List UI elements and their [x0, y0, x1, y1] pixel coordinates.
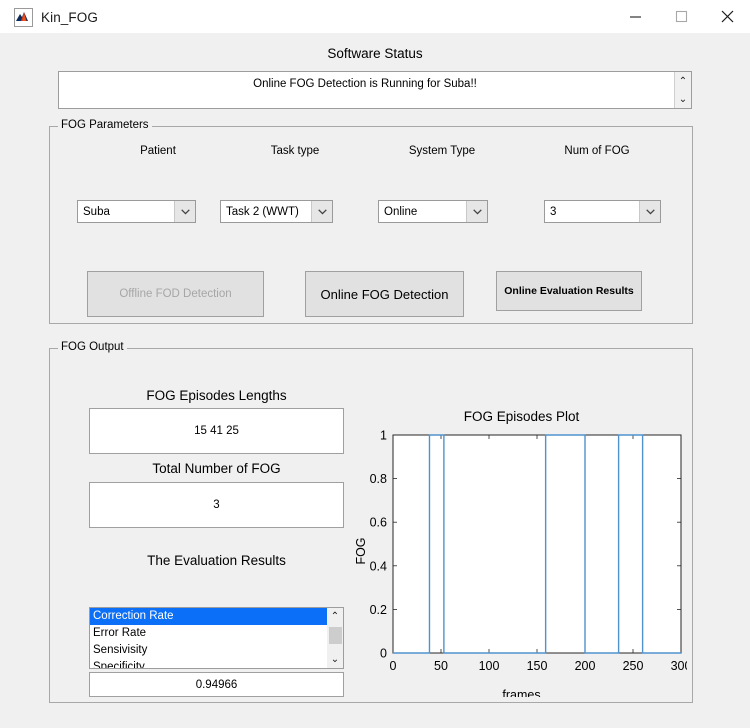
evaluation-results-listbox[interactable]: Correction Rate Error Rate Sensivisity S…: [89, 607, 344, 669]
list-item[interactable]: Correction Rate: [90, 608, 328, 625]
online-evaluation-results-button[interactable]: Online Evaluation Results: [496, 271, 642, 311]
label-task-type: Task type: [235, 145, 355, 157]
title-bar-left: Kin_FOG: [14, 8, 98, 27]
list-item[interactable]: Sensivisity: [90, 642, 328, 659]
close-button[interactable]: [704, 0, 750, 33]
fog-episodes-plot-title: FOG Episodes Plot: [356, 409, 687, 424]
evaluation-result-value-box[interactable]: 0.94966: [89, 672, 344, 697]
svg-text:50: 50: [434, 659, 448, 673]
window-title: Kin_FOG: [41, 10, 98, 25]
task-type-dropdown-value: Task 2 (WWT): [221, 206, 311, 218]
fog-episodes-plot-xlabel: frames: [356, 688, 687, 697]
maximize-button[interactable]: [658, 0, 704, 33]
chevron-down-icon[interactable]: ⌄: [327, 651, 343, 668]
software-status-textbox[interactable]: Online FOG Detection is Running for Suba…: [58, 71, 692, 109]
system-type-dropdown[interactable]: Online: [378, 200, 488, 223]
chevron-down-icon[interactable]: [311, 201, 332, 222]
offline-fod-detection-button[interactable]: Offline FOD Detection: [87, 271, 264, 317]
svg-text:250: 250: [623, 659, 644, 673]
evaluation-results-label: The Evaluation Results: [89, 553, 344, 568]
online-fog-detection-label: Online FOG Detection: [321, 287, 449, 302]
svg-text:0: 0: [380, 647, 387, 661]
fog-output-group-title: FOG Output: [58, 341, 127, 353]
num-of-fog-dropdown-value: 3: [545, 206, 639, 218]
svg-text:0.4: 0.4: [370, 559, 387, 573]
svg-text:0.6: 0.6: [370, 516, 387, 530]
chevron-up-icon[interactable]: ⌃: [327, 608, 343, 625]
matlab-membrane-icon: [14, 8, 33, 27]
fog-episodes-lengths-label: FOG Episodes Lengths: [89, 388, 344, 403]
application-window: Kin_FOG Software Status Online FOG Detec…: [0, 0, 750, 728]
fog-episodes-plot-svg: 0 50 100 150 200 250 300 0 0.2 0.4 0.6 0.8 1: [356, 427, 687, 689]
window-controls: [612, 0, 750, 33]
svg-text:0.8: 0.8: [370, 472, 387, 486]
svg-text:0: 0: [390, 659, 397, 673]
system-type-dropdown-value: Online: [379, 206, 466, 218]
fog-episodes-lengths-box[interactable]: 15 41 25: [89, 408, 344, 454]
chevron-down-icon[interactable]: [639, 201, 660, 222]
scrollbar-thumb[interactable]: [329, 627, 342, 644]
online-fog-detection-button[interactable]: Online FOG Detection: [305, 271, 464, 317]
minimize-button[interactable]: [612, 0, 658, 33]
fog-episodes-lengths-value: 15 41 25: [194, 425, 239, 437]
client-area: Software Status Online FOG Detection is …: [0, 33, 750, 728]
title-bar: Kin_FOG: [0, 0, 750, 33]
chevron-up-icon[interactable]: ⌃: [675, 72, 691, 90]
svg-text:200: 200: [575, 659, 596, 673]
chevron-down-icon[interactable]: ⌄: [675, 90, 691, 108]
task-type-dropdown[interactable]: Task 2 (WWT): [220, 200, 333, 223]
evaluation-results-scrollbar[interactable]: ⌃ ⌄: [327, 608, 343, 668]
patient-dropdown[interactable]: Suba: [77, 200, 196, 223]
software-status-message: Online FOG Detection is Running for Suba…: [59, 78, 671, 90]
patient-dropdown-value: Suba: [78, 206, 174, 218]
chevron-down-icon[interactable]: [174, 201, 195, 222]
online-evaluation-results-label: Online Evaluation Results: [504, 285, 634, 297]
list-item[interactable]: Specificity: [90, 659, 328, 669]
fog-parameters-group-title: FOG Parameters: [58, 119, 152, 131]
svg-text:300: 300: [671, 659, 687, 673]
software-status-scrollbar[interactable]: ⌃ ⌄: [674, 72, 691, 108]
svg-text:100: 100: [479, 659, 500, 673]
chevron-down-icon[interactable]: [466, 201, 487, 222]
evaluation-result-value: 0.94966: [196, 679, 238, 691]
svg-text:1: 1: [380, 429, 387, 443]
software-status-heading: Software Status: [0, 46, 750, 61]
label-patient: Patient: [98, 145, 218, 157]
svg-text:0.2: 0.2: [370, 603, 387, 617]
label-system-type: System Type: [382, 145, 502, 157]
fog-episodes-plot: FOG Episodes Plot FOG frames 05010015020…: [356, 405, 687, 697]
offline-fod-detection-label: Offline FOD Detection: [119, 288, 231, 300]
total-number-of-fog-value: 3: [213, 499, 219, 511]
evaluation-results-items: Correction Rate Error Rate Sensivisity S…: [90, 608, 328, 669]
label-num-of-fog: Num of FOG: [537, 145, 657, 157]
total-number-of-fog-label: Total Number of FOG: [89, 461, 344, 476]
total-number-of-fog-box[interactable]: 3: [89, 482, 344, 528]
list-item[interactable]: Error Rate: [90, 625, 328, 642]
num-of-fog-dropdown[interactable]: 3: [544, 200, 661, 223]
svg-text:150: 150: [527, 659, 548, 673]
